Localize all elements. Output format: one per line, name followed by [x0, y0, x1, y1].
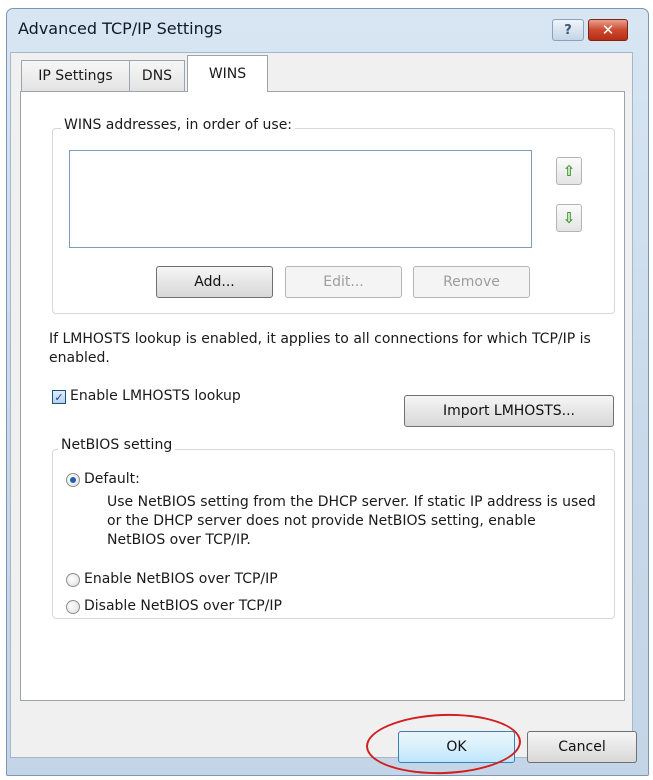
netbios-default-description: Use NetBIOS setting from the DHCP server…	[107, 494, 596, 548]
arrow-up-icon: ⇧	[562, 162, 576, 180]
move-up-button[interactable]: ⇧	[556, 157, 582, 185]
tab-wins[interactable]: WINS	[187, 55, 268, 92]
tab-ip-settings[interactable]: IP Settings	[21, 60, 130, 91]
lmhosts-description: If LMHOSTS lookup is enabled, it applies…	[49, 331, 591, 366]
import-lmhosts-button[interactable]: Import LMHOSTS...	[404, 395, 614, 427]
netbios-disable-label[interactable]: Disable NetBIOS over TCP/IP	[84, 597, 282, 616]
netbios-default-radio[interactable]	[66, 473, 80, 487]
close-icon: ✕	[601, 21, 615, 39]
checkmark-icon: ✓	[54, 390, 64, 404]
cancel-button[interactable]: Cancel	[527, 731, 637, 763]
wins-addresses-list[interactable]	[69, 150, 532, 248]
remove-button[interactable]: Remove	[413, 266, 530, 298]
netbios-disable-radio[interactable]	[66, 600, 80, 614]
help-button[interactable]: ?	[552, 19, 584, 41]
tab-dns[interactable]: DNS	[129, 60, 185, 91]
wins-addresses-group-label: WINS addresses, in order of use:	[61, 117, 296, 133]
close-button[interactable]: ✕	[588, 19, 628, 41]
window-title: Advanced TCP/IP Settings	[18, 19, 223, 38]
move-down-button[interactable]: ⇩	[556, 204, 582, 232]
edit-button[interactable]: Edit...	[285, 266, 402, 298]
netbios-setting-group-label: NetBIOS setting	[58, 437, 176, 453]
arrow-down-icon: ⇩	[562, 209, 576, 227]
netbios-enable-label[interactable]: Enable NetBIOS over TCP/IP	[84, 570, 278, 589]
enable-lmhosts-checkbox[interactable]: ✓	[52, 390, 66, 404]
add-button[interactable]: Add...	[156, 266, 273, 298]
netbios-enable-radio[interactable]	[66, 573, 80, 587]
enable-lmhosts-label[interactable]: Enable LMHOSTS lookup	[70, 387, 241, 406]
netbios-default-label[interactable]: Default:	[84, 470, 140, 489]
